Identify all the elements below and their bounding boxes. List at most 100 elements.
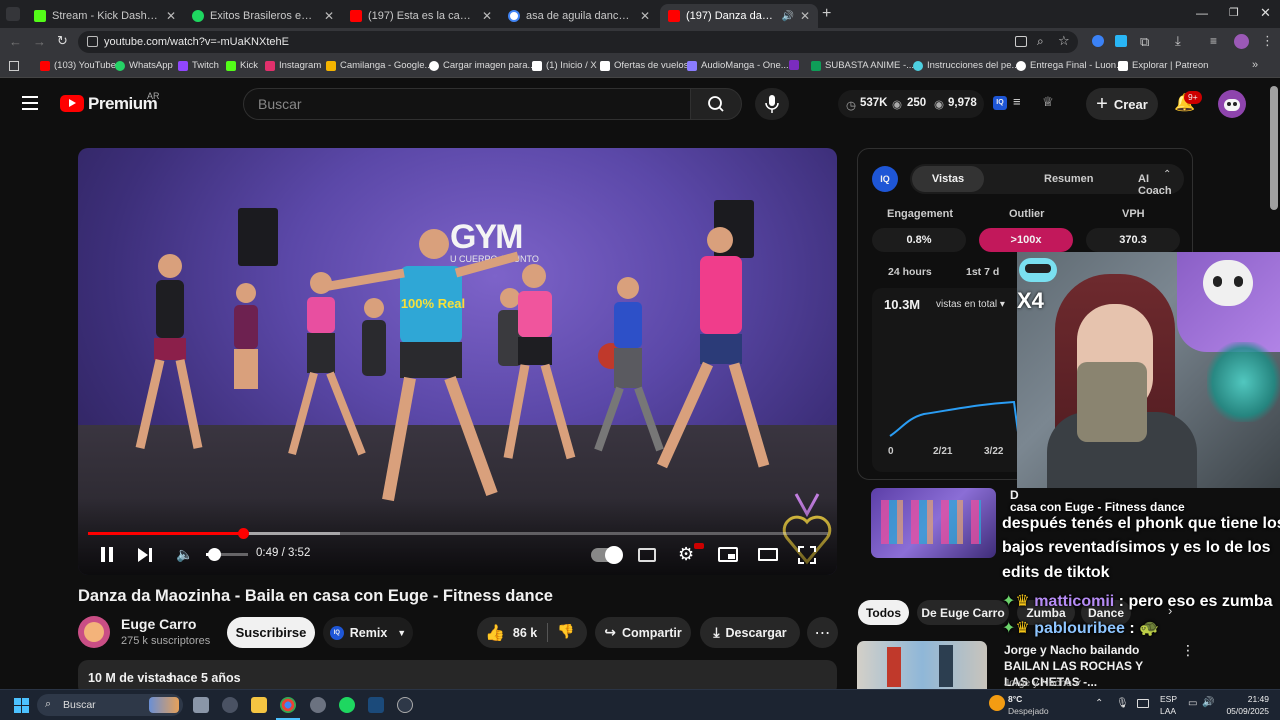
tab-search-icon[interactable]: ≡ xyxy=(1210,34,1217,48)
minimize-button[interactable]: — xyxy=(1196,6,1208,20)
rec-channel-2[interactable]: Jorge y Nacho ✔ xyxy=(1004,677,1082,689)
weather-text[interactable]: Despejado xyxy=(1008,706,1049,716)
maximize-button[interactable]: ❐ xyxy=(1229,6,1239,19)
keyboard-icon[interactable] xyxy=(1137,699,1149,708)
download-button[interactable]: ⤓ Descargar xyxy=(700,617,800,648)
steam-icon[interactable] xyxy=(368,697,384,713)
bookmark-vuelos[interactable]: Ofertas de vuelos xyxy=(600,60,688,71)
taskbar-search[interactable]: ⌕ Buscar xyxy=(37,694,183,716)
collapse-chevron-icon[interactable]: ⌃ xyxy=(1163,169,1171,180)
reload-icon[interactable]: ↻ xyxy=(57,33,68,49)
volume-icon[interactable]: 🔈 xyxy=(176,546,193,563)
tab-vistas[interactable]: Vistas xyxy=(912,166,984,192)
tab-ai-coach[interactable]: AI Coach xyxy=(1138,173,1184,197)
bookmark-x[interactable]: (1) Inicio / X xyxy=(532,60,597,71)
speaker-tray-icon[interactable]: 🔊 xyxy=(1202,697,1214,708)
task-view-icon[interactable] xyxy=(193,697,209,713)
tab-google-search[interactable]: asa de aguila danca do vampir ✕ xyxy=(500,4,658,28)
language-primary[interactable]: ESP xyxy=(1160,694,1177,704)
puzzle-icon[interactable]: ⧉ xyxy=(1140,34,1149,50)
bookmark-kick[interactable]: Kick xyxy=(226,60,258,71)
bookmark-youtube[interactable]: (103) YouTube xyxy=(40,60,116,71)
hamburger-menu-icon[interactable] xyxy=(22,96,38,110)
close-icon[interactable]: ✕ xyxy=(482,9,492,23)
app-icon[interactable] xyxy=(222,697,238,713)
search-button[interactable] xyxy=(690,88,742,120)
bookmark-whatsapp[interactable]: WhatsApp xyxy=(115,60,173,71)
theater-mode-icon[interactable] xyxy=(758,548,778,561)
rec-thumbnail-1[interactable] xyxy=(871,488,996,558)
apps-grid-icon[interactable] xyxy=(9,61,19,71)
clock-time[interactable]: 21:49 xyxy=(1225,694,1269,704)
close-icon[interactable]: ✕ xyxy=(324,9,334,23)
weather-temp[interactable]: 8°C xyxy=(1008,694,1022,704)
spotify-icon[interactable] xyxy=(339,697,355,713)
obs-icon[interactable] xyxy=(397,697,413,713)
range-7d[interactable]: 1st 7 d xyxy=(966,266,999,278)
rec-thumbnail-2[interactable] xyxy=(857,641,987,689)
chip-de-euge-carro[interactable]: De Euge Carro xyxy=(917,600,1009,625)
new-tab-button[interactable]: + xyxy=(822,5,831,23)
video-player[interactable]: GYM U CUERPO A PUNTO xyxy=(78,148,837,575)
network-icon[interactable]: ▭ xyxy=(1188,698,1197,709)
trophy-icon[interactable]: ♕ xyxy=(1042,94,1054,110)
microphone-tray-icon[interactable]: 🎙 xyxy=(1116,698,1129,709)
profile-avatar[interactable] xyxy=(1234,34,1249,49)
vidiq-icon[interactable]: IQ xyxy=(993,96,1007,110)
site-info-icon[interactable] xyxy=(87,36,98,47)
bookmark-entrega[interactable]: Entrega Final - Luon... xyxy=(1016,60,1124,71)
speaker-icon[interactable]: 🔊 xyxy=(781,11,793,22)
remix-button[interactable]: IQ Remix ▼ xyxy=(323,617,413,648)
tab-youtube-active[interactable]: (197) Danza da Maozinha 🔊 ✕ xyxy=(660,4,818,28)
account-avatar[interactable] xyxy=(1218,90,1246,118)
settings-app-icon[interactable] xyxy=(310,697,326,713)
share-button[interactable]: ↪ Compartir xyxy=(595,617,691,648)
search-input[interactable]: Buscar xyxy=(243,88,691,120)
bookmark-subasta[interactable]: SUBASTA ANIME -... xyxy=(811,60,914,71)
page-scrollbar[interactable] xyxy=(1270,86,1278,210)
thumbs-down-icon[interactable]: 👎 xyxy=(557,623,574,640)
url-input[interactable]: youtube.com/watch?v=-mUaKNXtehE xyxy=(78,31,1078,53)
bookmark-twitch[interactable]: Twitch xyxy=(178,60,219,71)
like-count[interactable]: 86 k xyxy=(513,626,537,640)
extension-icon[interactable] xyxy=(1115,35,1127,47)
settings-gear-icon[interactable]: ⚙ xyxy=(678,544,694,565)
tab-search-button[interactable] xyxy=(6,7,20,21)
channel-name[interactable]: Euge Carro xyxy=(121,616,196,632)
download-icon[interactable]: ⤓ xyxy=(1175,33,1181,49)
tab-youtube-1[interactable]: (197) Esta es la canción que ap ✕ xyxy=(342,4,500,28)
more-bookmarks-icon[interactable]: » xyxy=(1252,59,1258,71)
install-app-icon[interactable] xyxy=(1015,36,1027,47)
bookmark-patreon[interactable]: Explorar | Patreon xyxy=(1118,60,1208,71)
create-button[interactable]: + Crear xyxy=(1086,88,1158,120)
stats-widget[interactable]: ◷ 537K ◉ 250 ◉ 9,978 xyxy=(838,90,984,118)
zoom-icon[interactable]: ⌕ xyxy=(1037,34,1044,49)
bookmark-cargar-imagen[interactable]: Cargar imagen para... xyxy=(429,60,535,71)
bookmark-instagram[interactable]: Instagram xyxy=(265,60,321,71)
close-icon[interactable]: ✕ xyxy=(640,9,650,23)
more-actions-button[interactable]: ⋯ xyxy=(807,617,838,648)
clock-date[interactable]: 05/09/2025 xyxy=(1225,706,1269,716)
list-icon[interactable]: ≡ xyxy=(1013,94,1021,109)
thumbs-up-icon[interactable]: 👍 xyxy=(485,623,505,643)
window-close-button[interactable]: ✕ xyxy=(1260,5,1271,21)
rec-menu-icon[interactable]: ⋮ xyxy=(1181,642,1195,659)
forward-icon[interactable]: → xyxy=(33,34,46,49)
menu-icon[interactable]: ⋮ xyxy=(1261,33,1274,49)
back-icon[interactable]: ← xyxy=(9,34,22,49)
bookmark-instrucciones[interactable]: Instrucciones del pe... xyxy=(913,60,1019,71)
bookmark-star-icon[interactable]: ☆ xyxy=(1058,33,1070,49)
bookmark-extra[interactable] xyxy=(789,60,803,70)
pause-button[interactable] xyxy=(100,547,114,563)
voice-search-button[interactable] xyxy=(755,88,789,120)
tab-resumen[interactable]: Resumen xyxy=(1044,173,1094,185)
windows-start-icon[interactable] xyxy=(14,698,29,713)
chrome-icon[interactable] xyxy=(280,697,296,713)
file-explorer-icon[interactable] xyxy=(251,697,267,713)
range-24h[interactable]: 24 hours xyxy=(888,266,932,278)
chip-todos[interactable]: Todos xyxy=(858,600,909,625)
miniplayer-icon[interactable] xyxy=(718,547,738,562)
tray-chevron-icon[interactable]: ⌃ xyxy=(1095,698,1103,709)
tab-kick-dashboard[interactable]: Stream - Kick Dashboard ✕ xyxy=(26,4,184,28)
autoplay-toggle[interactable] xyxy=(591,546,623,564)
